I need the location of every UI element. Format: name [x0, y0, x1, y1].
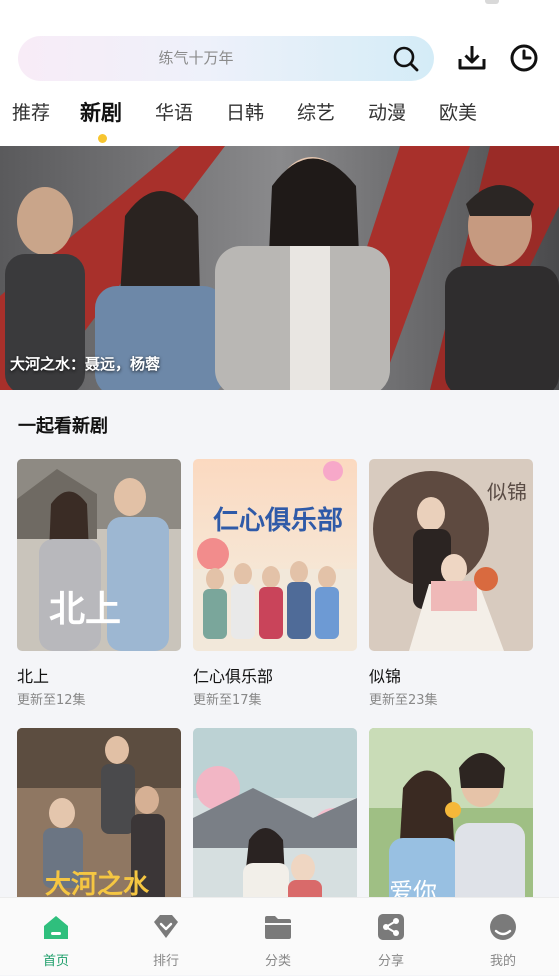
- poster-image: 似锦: [369, 459, 533, 651]
- tabbar-ranking-label: 排行: [152, 954, 179, 969]
- category-tabs: 推荐 新剧 华语 日韩 综艺 动漫 欧美: [0, 98, 559, 138]
- drama-card[interactable]: 大河之水: [17, 728, 181, 897]
- poster-image: 仁心俱乐部: [193, 459, 357, 651]
- status-bar-icon: [485, 0, 499, 4]
- search-bar[interactable]: 练气十万年: [18, 36, 434, 81]
- search-placeholder: 练气十万年: [158, 49, 234, 67]
- drama-card[interactable]: 似锦 似锦 更新至23集: [369, 459, 533, 709]
- poster-image: 爱你: [369, 728, 533, 897]
- poster-title-text: 仁心俱乐部: [213, 505, 343, 536]
- share-icon: [378, 914, 404, 940]
- active-tab-indicator: [98, 134, 107, 143]
- poster-title-text: 大河之水: [45, 869, 150, 897]
- poster-title-text: 爱你: [389, 878, 437, 897]
- tabbar-home[interactable]: 首页: [0, 898, 112, 976]
- tab-anime[interactable]: 动漫: [368, 98, 406, 128]
- tabbar-category[interactable]: 分类: [222, 898, 334, 976]
- history-icon[interactable]: [508, 42, 540, 74]
- drama-title: 北上: [17, 667, 50, 686]
- tab-western[interactable]: 欧美: [439, 98, 477, 128]
- tab-variety[interactable]: 综艺: [297, 98, 335, 128]
- tabbar-share-label: 分享: [377, 954, 404, 969]
- poster-image: 北上: [17, 459, 181, 651]
- search-icon[interactable]: [392, 45, 420, 73]
- tabbar-ranking[interactable]: 排行: [110, 898, 222, 976]
- tab-chinese[interactable]: 华语: [155, 98, 193, 128]
- drama-card[interactable]: 仁心俱乐部 仁心俱乐部 更新至17集: [193, 459, 357, 709]
- tabbar-home-label: 首页: [42, 954, 69, 969]
- episode-status: 更新至23集: [369, 693, 438, 708]
- home-icon: [44, 916, 68, 939]
- poster-title-text: 似锦: [487, 480, 527, 504]
- top-header: 练气十万年 推荐 新剧 华语 日韩 综艺 动漫 欧美: [0, 0, 559, 146]
- profile-icon: [490, 914, 516, 940]
- poster-image: [193, 728, 357, 897]
- tabbar-profile[interactable]: 我的: [447, 898, 559, 976]
- drama-card[interactable]: [193, 728, 357, 897]
- tabbar-profile-label: 我的: [489, 954, 516, 969]
- drama-title: 似锦: [369, 667, 402, 686]
- episode-status: 更新至12集: [17, 693, 86, 708]
- tab-recommend[interactable]: 推荐: [12, 98, 50, 128]
- featured-banner[interactable]: 大河之水：聂远，杨蓉: [0, 146, 559, 390]
- tabbar-share[interactable]: 分享: [335, 898, 447, 976]
- drama-title: 仁心俱乐部: [193, 667, 274, 686]
- download-icon[interactable]: [456, 42, 488, 74]
- drama-card[interactable]: 北上 北上 更新至12集: [17, 459, 181, 709]
- episode-status: 更新至17集: [193, 693, 262, 708]
- tab-new-drama[interactable]: 新剧: [80, 98, 122, 128]
- bottom-tab-bar: 首页 排行 分类 分享 我的: [0, 897, 559, 975]
- tabbar-category-label: 分类: [264, 954, 291, 969]
- ranking-icon: [154, 915, 178, 938]
- drama-card[interactable]: 爱你: [369, 728, 533, 897]
- section-title: 一起看新剧: [18, 416, 108, 437]
- banner-caption: 大河之水：聂远，杨蓉: [10, 355, 161, 373]
- folder-icon: [265, 916, 291, 939]
- poster-title-text: 北上: [49, 589, 121, 630]
- tab-japan-korea[interactable]: 日韩: [226, 98, 264, 128]
- poster-image: 大河之水: [17, 728, 181, 897]
